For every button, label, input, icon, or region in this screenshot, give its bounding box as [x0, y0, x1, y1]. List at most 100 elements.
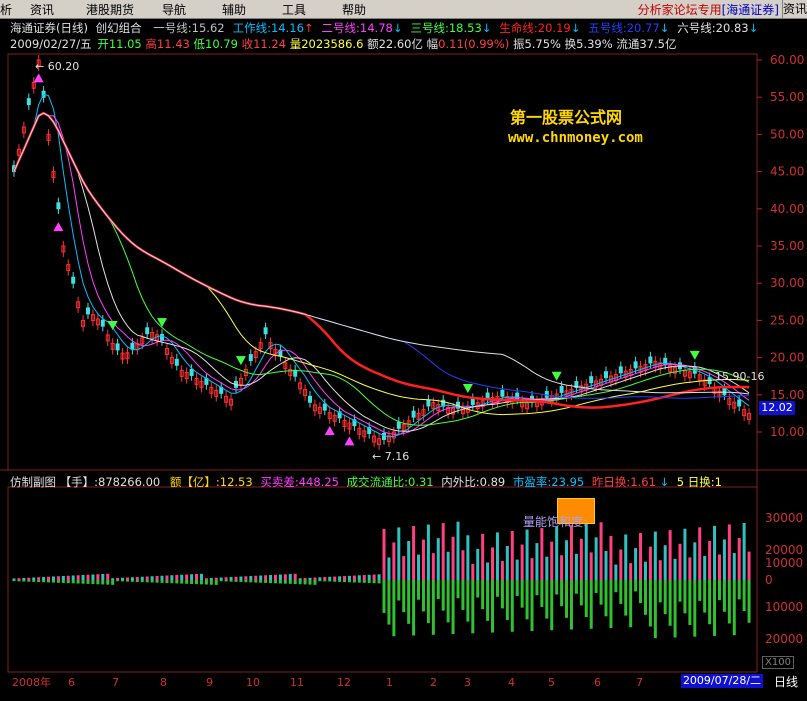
- volume-bar-down: [190, 580, 194, 584]
- volume-bar-up: [140, 576, 144, 580]
- volume-bar-up: [347, 575, 351, 580]
- high-annotation: ← 60.20: [35, 60, 79, 73]
- volume-bar-down: [254, 580, 258, 583]
- volume-bar-up: [214, 577, 218, 580]
- period-button[interactable]: 日线: [765, 674, 807, 690]
- prev-turnover-label: 昨日换: [591, 475, 627, 489]
- volume-bar-up: [382, 528, 386, 580]
- volume-bar-down: [357, 580, 361, 583]
- candle-body: [248, 354, 253, 362]
- volume-bar-up: [737, 538, 741, 580]
- volume-bar-down: [530, 580, 534, 632]
- inout-value: :0.89: [475, 475, 506, 489]
- volume-bar-down: [574, 580, 578, 594]
- volume-bar-up: [234, 576, 238, 580]
- volume-bar-down: [333, 580, 337, 582]
- volume-bar-down: [209, 580, 213, 585]
- chart-canvas[interactable]: 60.00 55.00 50.00 45.00 40.00 35.00 30.00 25.00…: [0, 0, 807, 701]
- volume-bar-up: [101, 573, 105, 580]
- volume-bar-up: [185, 574, 189, 580]
- volume-bar-down: [101, 580, 105, 585]
- volume-bar-up: [392, 542, 396, 580]
- pe-label: 市盈率: [512, 475, 548, 489]
- volume-bar-up: [708, 540, 712, 580]
- volume-bar-up: [648, 546, 652, 580]
- volume-bar-down: [535, 580, 539, 596]
- volume-bar-down: [604, 580, 608, 617]
- volume-bar-up: [190, 574, 194, 580]
- month-label: 10: [246, 676, 260, 689]
- volume-bar-up: [589, 552, 593, 580]
- volume-bar-down: [61, 580, 65, 583]
- volume-bar-up: [333, 576, 337, 580]
- volume-bar-down: [708, 580, 712, 625]
- volume-bar-down: [520, 580, 524, 608]
- volume-bar-down: [145, 580, 149, 583]
- volume-bar-down: [135, 580, 139, 582]
- volume-bar-down: [372, 580, 376, 584]
- volume-bar-down: [32, 580, 36, 582]
- price-tick-label: 60.00: [770, 53, 804, 67]
- volume-bar-down: [278, 580, 282, 584]
- volume-bar-down: [170, 580, 174, 584]
- volume-bar-down: [688, 580, 692, 626]
- volume-bar-up: [663, 545, 667, 580]
- volume-bar-up: [22, 577, 26, 580]
- volume-bar-up: [495, 532, 499, 580]
- volume-bar-down: [86, 580, 90, 584]
- price-tick-label: 30.00: [770, 276, 804, 290]
- volume-bar-up: [742, 522, 746, 580]
- hand-label: 【手】: [59, 475, 95, 489]
- volume-bar-up: [328, 576, 332, 580]
- volume-bar-down: [456, 580, 460, 599]
- volume-bar-down: [293, 580, 297, 585]
- volume-bar-up: [653, 531, 657, 580]
- candle-body: [115, 343, 120, 351]
- volume-bar-down: [199, 580, 203, 585]
- sub-amount-value: :12.53: [215, 475, 253, 489]
- volume-bar-down: [742, 580, 746, 612]
- volume-bar-up: [12, 578, 16, 580]
- volume-bar-down: [500, 580, 504, 609]
- five-day-label: 5 日换: [676, 475, 711, 489]
- price-tick-label: 55.00: [770, 90, 804, 104]
- volume-bar-down: [737, 580, 741, 600]
- candle-body: [618, 366, 623, 374]
- volume-bar-down: [614, 580, 618, 593]
- volume-bar-up: [604, 550, 608, 580]
- volume-bar-up: [446, 551, 450, 580]
- volume-bar-down: [288, 580, 292, 584]
- volume-bar-up: [565, 540, 569, 580]
- candle-body: [633, 361, 638, 369]
- inout-label: 内外比: [441, 475, 476, 489]
- volume-bar-up: [530, 558, 534, 580]
- turnover-ratio-value: :0.31: [404, 475, 434, 489]
- volume-bar-down: [673, 580, 677, 638]
- volume-bar-up: [91, 574, 95, 580]
- volume-bar-up: [116, 578, 120, 580]
- volume-bar-up: [594, 537, 598, 580]
- month-label: 2: [430, 676, 437, 689]
- volume-bar-up: [273, 574, 277, 580]
- volume-bar-up: [219, 577, 223, 580]
- volume-bar-down: [264, 580, 268, 583]
- volume-bar-up: [145, 576, 149, 580]
- volume-bar-up: [155, 576, 159, 580]
- volume-bar-up: [466, 535, 470, 580]
- volume-bar-down: [481, 580, 485, 610]
- volume-bar-up: [86, 574, 90, 580]
- volume-bar-down: [362, 580, 366, 583]
- volume-bar-up: [520, 544, 524, 580]
- volume-bar-up: [421, 539, 425, 580]
- volume-bar-up: [732, 553, 736, 580]
- volume-bar-down: [121, 580, 125, 582]
- volume-bar-up: [510, 530, 514, 580]
- volume-bar-up: [71, 575, 75, 580]
- volume-bar-up: [471, 563, 475, 580]
- candle-body: [426, 399, 431, 407]
- hand-value: :878266.00: [94, 475, 161, 489]
- volume-bar-down: [56, 580, 60, 583]
- volume-bar-up: [229, 577, 233, 580]
- volume-bar-down: [629, 580, 633, 628]
- volume-bar-up: [204, 578, 208, 580]
